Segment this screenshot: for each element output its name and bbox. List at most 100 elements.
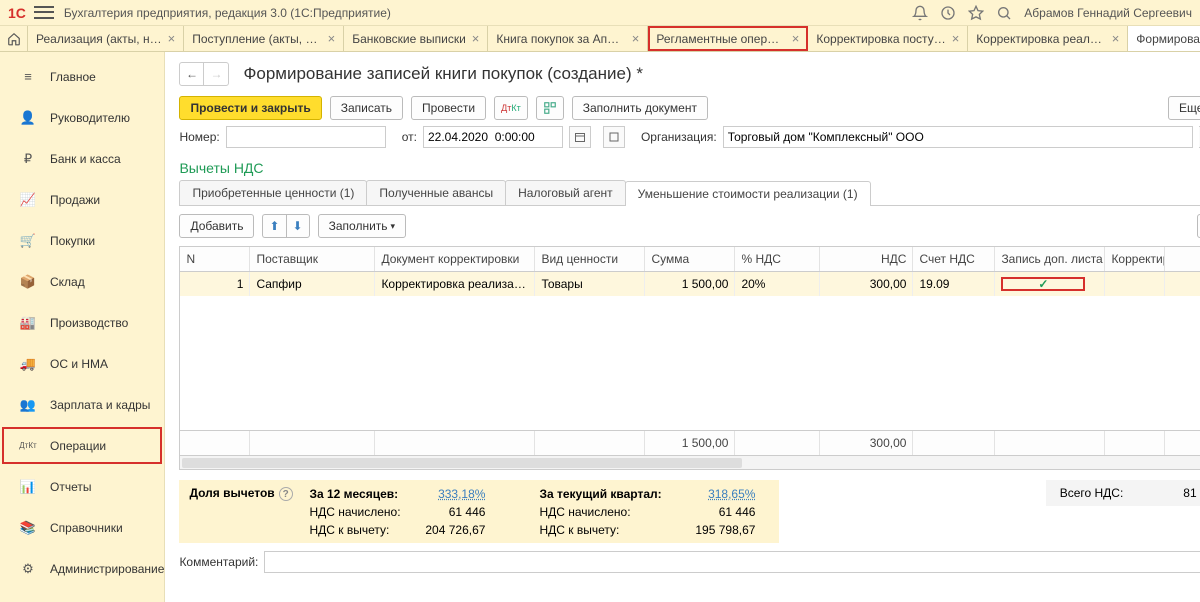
tab[interactable]: Корректировка посту…× — [808, 26, 968, 51]
main-content: ← → Формирование записей книги покупок (… — [165, 52, 1200, 602]
sidebar-item[interactable]: 📚Справочники — [0, 507, 164, 548]
col-supplier[interactable]: Поставщик — [250, 247, 375, 271]
sidebar-item[interactable]: ₽Банк и касса — [0, 138, 164, 179]
tab[interactable]: Формирование запис…× — [1128, 26, 1200, 51]
col-pnds[interactable]: % НДС — [735, 247, 820, 271]
sidebar-icon: 📦 — [16, 273, 40, 291]
bell-icon[interactable] — [912, 5, 928, 21]
tab-close-icon[interactable]: × — [632, 31, 640, 46]
sidebar-item[interactable]: 👤Руководителю — [0, 97, 164, 138]
logo-1c: 1C — [8, 5, 26, 21]
star-icon[interactable] — [968, 5, 984, 21]
from-label: от: — [402, 130, 417, 144]
tab-close-icon[interactable]: × — [168, 31, 176, 46]
org-label: Организация: — [641, 130, 717, 144]
add-button[interactable]: Добавить — [179, 214, 254, 238]
sidebar-item[interactable]: 📊Отчеты — [0, 466, 164, 507]
subtab[interactable]: Налоговый агент — [505, 180, 626, 205]
sidebar-icon: 📚 — [16, 519, 40, 537]
foot-sum: 1 500,00 — [645, 431, 735, 455]
sidebar-icon: 👤 — [16, 109, 40, 127]
more-button[interactable]: Еще ▾ — [1168, 96, 1200, 120]
dtkt-button[interactable]: ДтКт — [494, 96, 528, 120]
move-up-button[interactable]: ⬆ — [262, 214, 285, 238]
sidebar-item[interactable]: 🏭Производство — [0, 302, 164, 343]
col-doc[interactable]: Документ корректировки — [375, 247, 535, 271]
catalog-icon[interactable] — [603, 126, 625, 148]
app-title: Бухгалтерия предприятия, редакция 3.0 (1… — [64, 6, 912, 20]
grid: N Поставщик Документ корректировки Вид ц… — [179, 246, 1200, 456]
total-panel: Всего НДС: 81 966,67 — [1046, 480, 1200, 506]
sidebar-icon: 📈 — [16, 191, 40, 209]
org-field[interactable] — [723, 126, 1193, 148]
sidebar-item[interactable]: ≡Главное — [0, 56, 164, 97]
post-close-button[interactable]: Провести и закрыть — [179, 96, 321, 120]
link-q[interactable]: 318,65% — [679, 487, 769, 501]
number-label: Номер: — [179, 130, 219, 144]
comment-label: Комментарий: — [179, 555, 258, 569]
nav-fwd[interactable]: → — [204, 63, 228, 85]
nav-back[interactable]: ← — [180, 63, 204, 85]
sidebar-item[interactable]: ДтКтОперации — [0, 425, 164, 466]
tab[interactable]: Корректировка реали…× — [968, 26, 1128, 51]
date-field[interactable] — [423, 126, 563, 148]
col-vid[interactable]: Вид ценности — [535, 247, 645, 271]
table-row[interactable]: 1 Сапфир Корректировка реализаци… Товары… — [180, 272, 1200, 296]
sidebar-item[interactable]: ⚙Администрирование — [0, 548, 164, 589]
col-schet[interactable]: Счет НДС — [913, 247, 995, 271]
sidebar-item[interactable]: 🚚ОС и НМА — [0, 343, 164, 384]
save-button[interactable]: Записать — [330, 96, 403, 120]
titlebar: 1C Бухгалтерия предприятия, редакция 3.0… — [0, 0, 1200, 26]
post-button[interactable]: Провести — [411, 96, 486, 120]
tab[interactable]: Поступление (акты, н…× — [184, 26, 344, 51]
checkbox-icon[interactable]: ✓ — [1001, 277, 1085, 291]
fill-doc-button[interactable]: Заполнить документ — [572, 96, 708, 120]
sidebar-icon: 🛒 — [16, 232, 40, 250]
sidebar-item[interactable]: 📦Склад — [0, 261, 164, 302]
user-name[interactable]: Абрамов Геннадий Сергеевич — [1024, 6, 1192, 20]
tab-close-icon[interactable]: × — [472, 31, 480, 46]
nav-arrows: ← → — [179, 62, 229, 86]
number-field[interactable] — [226, 126, 386, 148]
tab-close-icon[interactable]: × — [952, 31, 960, 46]
col-zap[interactable]: Запись доп. листа — [995, 247, 1105, 271]
subtabs: Приобретенные ценности (1)Полученные ава… — [179, 180, 1200, 206]
sidebar: ≡Главное👤Руководителю₽Банк и касса📈Прода… — [0, 52, 165, 602]
subtab[interactable]: Приобретенные ценности (1) — [179, 180, 367, 205]
hamburger-icon[interactable] — [34, 5, 54, 21]
help-icon[interactable]: ? — [279, 487, 293, 501]
tab-close-icon[interactable]: × — [328, 31, 336, 46]
structure-button[interactable] — [536, 96, 564, 120]
search-icon[interactable] — [996, 5, 1012, 21]
fill-button[interactable]: Заполнить ▾ — [318, 214, 406, 238]
tab-close-icon[interactable]: × — [1112, 31, 1120, 46]
sidebar-icon: 👥 — [16, 396, 40, 414]
sidebar-item[interactable]: 👥Зарплата и кадры — [0, 384, 164, 425]
move-down-button[interactable]: ⬇ — [286, 214, 310, 238]
summary-panel: Доля вычетов? За 12 месяцев: 333,18% За … — [179, 480, 779, 543]
sidebar-item[interactable]: 📈Продажи — [0, 179, 164, 220]
tab[interactable]: Банковские выписки× — [344, 26, 488, 51]
link-12m[interactable]: 333,18% — [409, 487, 499, 501]
col-nds[interactable]: НДС — [820, 247, 913, 271]
calendar-icon[interactable] — [569, 126, 591, 148]
col-kor[interactable]: Корректир — [1105, 247, 1165, 271]
subtab[interactable]: Полученные авансы — [366, 180, 506, 205]
h-scrollbar[interactable] — [179, 456, 1200, 470]
comment-field[interactable] — [264, 551, 1200, 573]
tab[interactable]: Регламентные опера…× — [648, 26, 808, 51]
home-tab[interactable] — [0, 26, 28, 51]
page-title: Формирование записей книги покупок (созд… — [243, 64, 1200, 84]
tabbar: Реализация (акты, н…×Поступление (акты, … — [0, 26, 1200, 52]
sidebar-icon: ⚙ — [16, 560, 40, 578]
tab[interactable]: Книга покупок за Апр…× — [488, 26, 648, 51]
col-sum[interactable]: Сумма — [645, 247, 735, 271]
sidebar-item[interactable]: 🛒Покупки — [0, 220, 164, 261]
tab-close-icon[interactable]: × — [792, 31, 800, 46]
sidebar-icon: 🏭 — [16, 314, 40, 332]
history-icon[interactable] — [940, 5, 956, 21]
subtab[interactable]: Уменьшение стоимости реализации (1) — [625, 181, 871, 206]
sidebar-icon: 🚚 — [16, 355, 40, 373]
col-n[interactable]: N — [180, 247, 250, 271]
tab[interactable]: Реализация (акты, н…× — [28, 26, 184, 51]
